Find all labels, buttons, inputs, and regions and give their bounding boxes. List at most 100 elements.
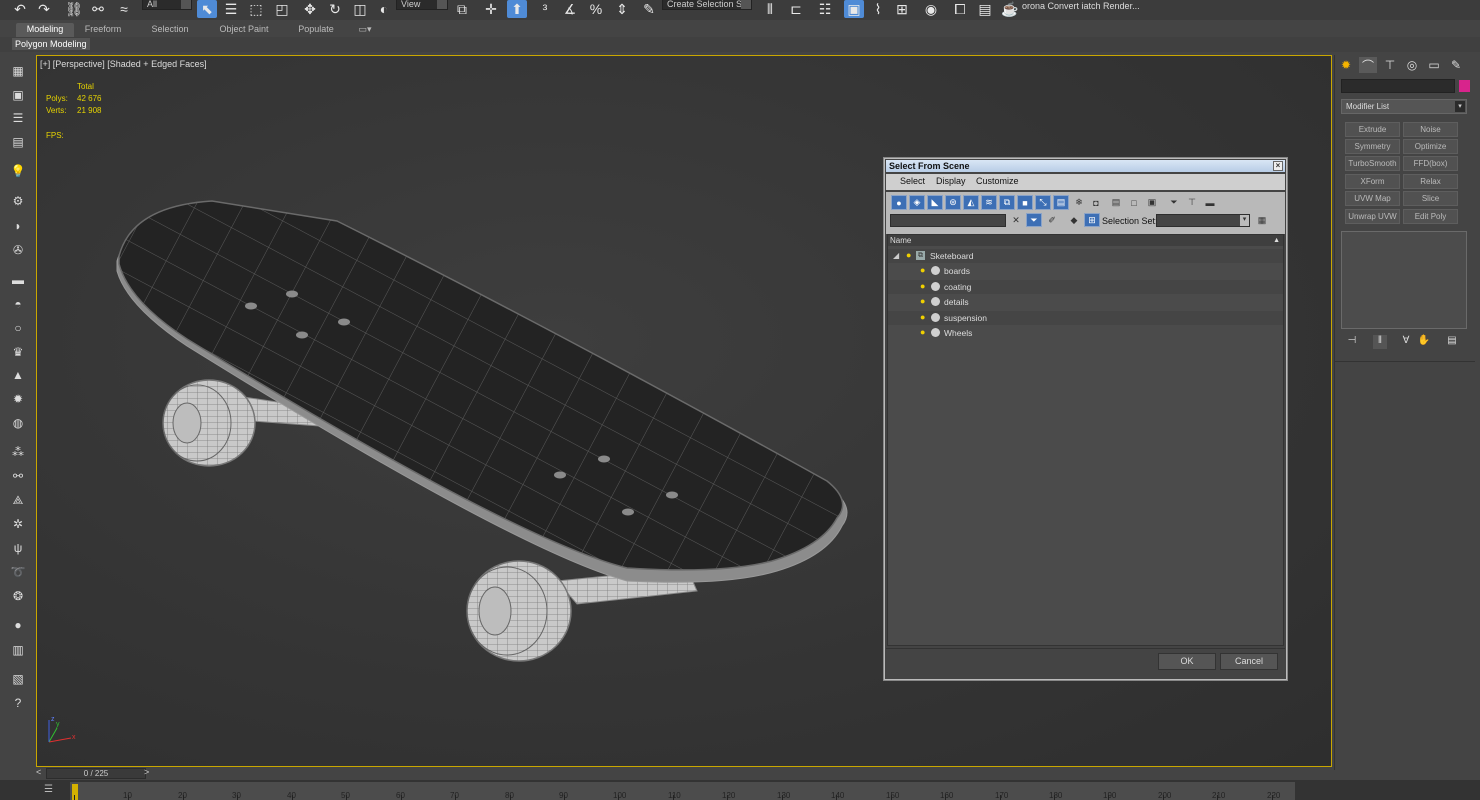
filter-icon[interactable]: ⏷ [1166,195,1182,210]
display-geometry-icon[interactable]: ● [891,195,907,210]
keyboard-shortcut-override-icon[interactable]: ⬆ [507,0,527,18]
clear-search-icon[interactable]: ✕ [1008,214,1024,227]
utilities-tab-icon[interactable]: ✎ [1447,57,1465,73]
crown-icon[interactable]: ♛ [8,343,28,361]
expand-arrow-icon[interactable]: ◢ [893,249,899,263]
document-icon[interactable]: ▧ [8,670,28,688]
angle-snap-icon[interactable]: ∡ [560,0,580,18]
display-helpers-icon[interactable]: ◭ [963,195,979,210]
modifier-list-dropdown[interactable]: Modifier List ▾ [1341,99,1467,114]
relax-button[interactable]: Relax [1403,174,1458,189]
render-script-label[interactable]: orona Convert iatch Render... [1022,1,1140,11]
percent-snap-icon[interactable]: % [586,0,606,18]
invert-selection-icon[interactable]: ▣ [1144,195,1160,210]
tree-row-root[interactable]: ◢ ● ⧉ Sketeboard [888,249,1283,263]
place-icon[interactable]: ◐ [374,0,394,18]
grid-view-icon[interactable]: ▤ [8,133,28,151]
display-bones-icon[interactable]: ⤡ [1035,195,1051,210]
find-filter-icon[interactable]: ⏷ [1026,213,1042,227]
select-all-icon[interactable]: ▤ [1108,195,1124,210]
film-icon[interactable]: ✇ [8,241,28,259]
render-production-icon[interactable]: ☕ [1000,0,1020,18]
named-selection-set-dropdown[interactable]: Create Selection Se [662,0,752,10]
ffd-box-button[interactable]: FFD(box) [1403,156,1458,171]
hierarchy-tab-icon[interactable]: ⊤ [1381,57,1399,73]
rectangular-selection-icon[interactable]: ⬚ [246,0,266,18]
uvw-map-button[interactable]: UVW Map [1345,191,1400,206]
hemisphere-icon[interactable]: ◓ [8,295,28,313]
tree-row-coating[interactable]: ● coating [888,280,1283,294]
extrude-button[interactable]: Extrude [1345,122,1400,137]
display-cameras-icon[interactable]: ⊛ [945,195,961,210]
scene-object-list[interactable]: Name ▲ ◢ ● ⧉ Sketeboard ● boards ● coatin… [887,234,1284,646]
layer-explorer-icon[interactable]: ☷ [815,0,835,18]
prev-frame-button[interactable]: < [36,767,41,777]
link-icon[interactable]: ⛓ [64,0,84,18]
redo-icon[interactable]: ↷ [34,0,54,18]
align-icon[interactable]: ⊏ [786,0,806,18]
display-lights-icon[interactable]: ◣ [927,195,943,210]
numbered-list-icon[interactable]: ▥ [8,641,28,659]
show-end-result-icon[interactable]: ‖ [1373,335,1387,349]
frame-ruler[interactable]: 10 20 30 40 50 60 70 80 90 100 110 120 130 140 150 160 1… [70,782,1295,800]
light-bulb-icon[interactable]: ● [920,313,927,322]
display-shapes-icon[interactable]: ◈ [909,195,925,210]
mirror-icon[interactable]: ⫴ [760,0,780,18]
polygon-modeling-panel[interactable]: Polygon Modeling [12,38,90,50]
menu-display[interactable]: Display [936,176,966,186]
turbosmooth-button[interactable]: TurboSmooth [1345,156,1400,171]
selection-set-options-icon[interactable]: ▦ [1254,213,1270,227]
tree-row-boards[interactable]: ● boards [888,264,1283,278]
list-view-icon[interactable]: ☰ [8,109,28,127]
ribbon-options-icon[interactable]: ▭▾ [354,23,376,37]
tab-selection[interactable]: Selection [142,23,198,37]
particles-icon[interactable]: ⁂ [8,443,28,461]
sphere-icon[interactable]: ○ [8,319,28,337]
bone-icon[interactable]: ⚯ [8,467,28,485]
select-manipulate-icon[interactable]: ✛ [481,0,501,18]
bind-space-warp-icon[interactable]: ≈ [114,0,134,18]
tab-populate[interactable]: Populate [290,23,342,37]
light-bulb-icon[interactable]: ● [920,297,927,306]
tree-row-details[interactable]: ● details [888,295,1283,309]
cancel-button[interactable]: Cancel [1220,653,1278,670]
create-tab-icon[interactable]: ✹ [1337,57,1355,73]
hair-fur-icon[interactable]: ➰ [8,563,28,581]
time-slider[interactable]: 0 / 225 [46,768,146,779]
rotate-icon[interactable]: ↻ [325,0,345,18]
noise-button[interactable]: Noise [1403,122,1458,137]
xform-button[interactable]: XForm [1345,174,1400,189]
layer-icon[interactable]: ◆ [1066,213,1082,227]
ok-button[interactable]: OK [1158,653,1216,670]
light-icon[interactable]: 💡 [8,162,28,180]
display-groups-icon[interactable]: ⧉ [999,195,1015,210]
optimize-button[interactable]: Optimize [1403,139,1458,154]
move-icon[interactable]: ✥ [300,0,320,18]
configure-modifier-sets-icon[interactable]: ▤ [1445,335,1459,349]
scale-icon[interactable]: ◫ [350,0,370,18]
snaps-toggle-icon[interactable]: ³ [535,0,555,18]
scene-explorer-icon[interactable]: ▣ [844,0,864,18]
select-object-icon[interactable]: ⬉ [197,0,217,18]
collapse-icon[interactable]: ▬ [1202,195,1218,210]
modifier-stack[interactable] [1341,231,1467,329]
schematic-view-icon[interactable]: ⊞ [892,0,912,18]
light-bulb-icon[interactable]: ● [920,282,927,291]
object-color-swatch[interactable] [1459,80,1470,92]
symmetry-button[interactable]: Symmetry [1345,139,1400,154]
disc-icon[interactable]: ◍ [8,414,28,432]
camera-icon[interactable]: ⚙ [8,192,28,210]
tree-row-wheels[interactable]: ● Wheels [888,326,1283,340]
search-input[interactable] [890,214,1006,227]
cone-icon[interactable]: ▲ [8,366,28,384]
make-unique-icon[interactable]: ∀ [1399,335,1413,349]
display-hidden-icon[interactable]: ◘ [1088,195,1104,210]
open-explorer-icon[interactable]: ▦ [8,62,28,80]
track-bar-menu-icon[interactable]: ☰ [44,784,58,796]
current-frame-marker[interactable] [72,784,78,800]
gear-icon[interactable]: ✲ [8,515,28,533]
slice-button[interactable]: Slice [1403,191,1458,206]
select-none-icon[interactable]: □ [1126,195,1142,210]
spinner-snap-icon[interactable]: ⇕ [612,0,632,18]
light-bulb-icon[interactable]: ● [906,251,913,260]
